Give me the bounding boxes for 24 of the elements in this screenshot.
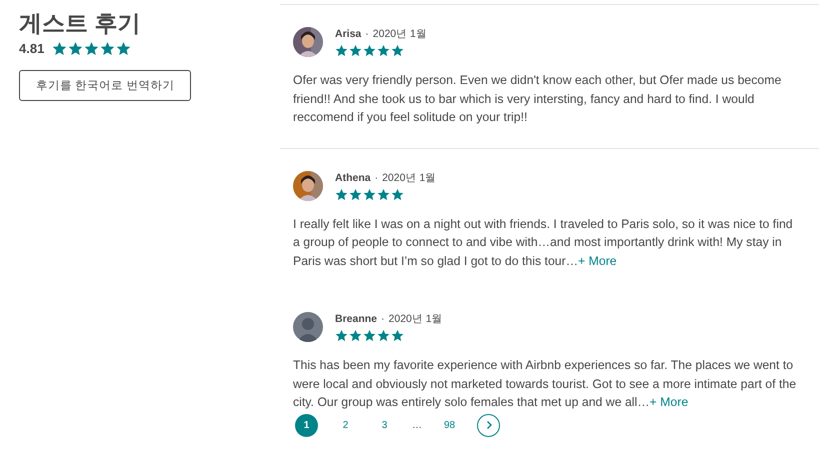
more-link[interactable]: + More xyxy=(578,254,617,268)
review-text: Ofer was very friendly person. Even we didn't know each other, but Ofer made us become friend!! And she took us to bar which is very intersting, fancy and hard to find. I would reccomend if you feel solitude on your trip!! xyxy=(293,72,782,126)
separator-dot: · xyxy=(374,172,378,184)
reviewer-name: Arisa xyxy=(335,28,362,40)
separator-dot: · xyxy=(365,28,369,40)
next-page-button[interactable] xyxy=(477,414,500,436)
reviewer-name: Breanne xyxy=(335,313,378,325)
page-ellipsis: … xyxy=(412,420,422,430)
review-date: 2020년 1월 xyxy=(388,312,443,326)
review-date: 2020년 1월 xyxy=(372,27,427,41)
page-button[interactable]: 98 xyxy=(438,414,461,436)
review-text: I really felt like I was on a night out with friends. I traveled to Paris solo, so it was nice to find a group of people to connect to and vibe with…and most importantly drink with! My stay in Paris was short but I’m so glad I got to do this tour…+ More xyxy=(293,216,794,270)
translate-button[interactable]: 후기를 한국어로 번역하기 xyxy=(19,70,192,101)
separator-dot: · xyxy=(381,313,385,325)
avatar-icon xyxy=(293,312,323,342)
page-button[interactable]: 3 xyxy=(373,414,396,436)
rating-value: 4.81 xyxy=(19,41,44,56)
review-date: 2020년 1월 xyxy=(382,170,436,184)
page-button[interactable]: 2 xyxy=(334,414,357,436)
review-text: This has been my favorite experience with Airbnb experiences so far. The places we went to were local and obviously not marketed towards tourist. Got to see a more intimate part of the city. Our group was entirely solo females that met up and we all…+ More xyxy=(293,357,798,411)
page-button[interactable]: 1 xyxy=(295,414,318,436)
more-link[interactable]: + More xyxy=(650,395,688,409)
reviewer-name: Athena xyxy=(335,172,371,184)
section-title: 게스트 후기 xyxy=(19,9,140,38)
